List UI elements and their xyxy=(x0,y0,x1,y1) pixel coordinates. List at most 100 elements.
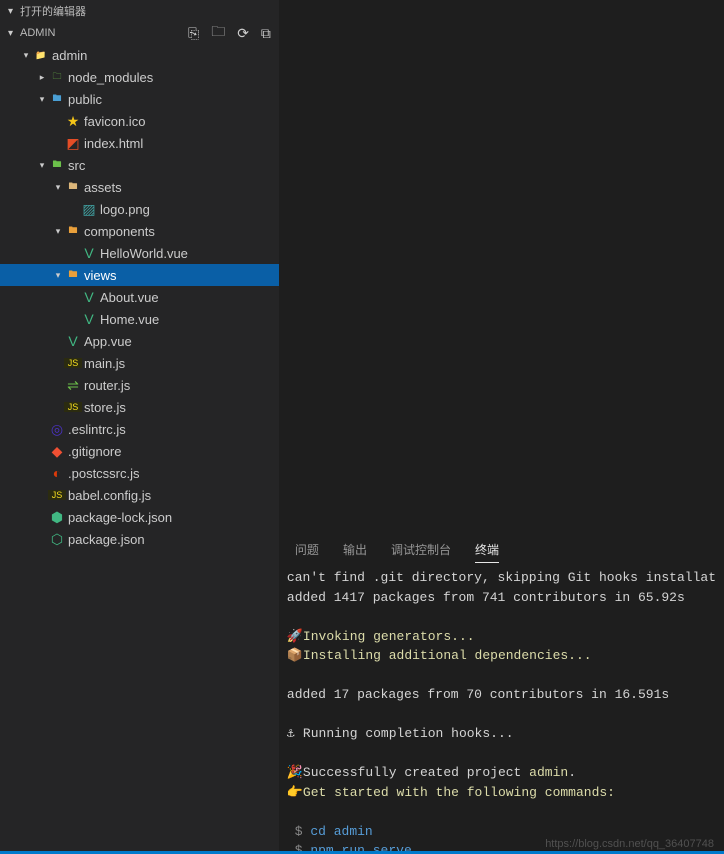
file-icon: ▨ xyxy=(80,201,98,218)
tree-file[interactable]: ▸◐.postcssrc.js xyxy=(0,462,279,484)
file-icon: ⬡ xyxy=(48,531,66,548)
tree-item-label: babel.config.js xyxy=(66,488,151,503)
tree-folder[interactable]: ▾🖿components xyxy=(0,220,279,242)
tree-item-label: views xyxy=(82,268,117,283)
panel-tabs: 问题 输出 调试控制台 终端 xyxy=(279,534,724,564)
file-icon: JS xyxy=(64,358,82,368)
tree-item-label: index.html xyxy=(82,136,143,151)
file-icon: V xyxy=(80,289,98,305)
tree-file[interactable]: ▸◆.gitignore xyxy=(0,440,279,462)
chevron-down-icon: ▾ xyxy=(52,270,64,281)
file-icon: V xyxy=(64,333,82,349)
tree-file[interactable]: ▸◎.eslintrc.js xyxy=(0,418,279,440)
folder-icon: 🖿 xyxy=(64,179,82,195)
terminal-line xyxy=(287,607,716,627)
new-file-icon[interactable]: ⎘ xyxy=(188,25,199,42)
tree-file[interactable]: ▸VApp.vue xyxy=(0,330,279,352)
project-header[interactable]: ▾ ADMIN ⎘ 🗀 ⟳ ⧉ xyxy=(0,22,279,44)
tree-item-label: HelloWorld.vue xyxy=(98,246,188,261)
terminal-line: $ cd admin xyxy=(287,822,716,842)
terminal-line: can't find .git directory, skipping Git … xyxy=(287,568,716,588)
file-icon: ◆ xyxy=(48,443,66,460)
tab-problems[interactable]: 问题 xyxy=(295,537,319,562)
tab-terminal[interactable]: 终端 xyxy=(475,537,499,563)
tree-file[interactable]: ▸VAbout.vue xyxy=(0,286,279,308)
file-icon: V xyxy=(80,245,98,261)
refresh-icon[interactable]: ⟳ xyxy=(237,25,249,42)
terminal-line xyxy=(287,744,716,764)
tree-item-label: main.js xyxy=(82,356,125,371)
explorer-actions: ⎘ 🗀 ⟳ ⧉ xyxy=(188,21,271,45)
tree-item-label: Home.vue xyxy=(98,312,159,327)
tree-item-label: package-lock.json xyxy=(66,510,172,525)
terminal-line: ⚓ Running completion hooks... xyxy=(287,724,716,744)
project-label: ADMIN xyxy=(20,27,55,39)
main-area: 问题 输出 调试控制台 终端 can't find .git directory… xyxy=(279,0,724,854)
terminal-line xyxy=(287,705,716,725)
tree-file[interactable]: ▸⇌router.js xyxy=(0,374,279,396)
tree-folder[interactable]: ▾🖿assets xyxy=(0,176,279,198)
tree-item-label: .eslintrc.js xyxy=(66,422,126,437)
chevron-down-icon: ▾ xyxy=(52,182,64,193)
tree-folder[interactable]: ▾📁admin xyxy=(0,44,279,66)
tree-file[interactable]: ▸JSstore.js xyxy=(0,396,279,418)
editor-area xyxy=(279,0,724,534)
collapse-icon[interactable]: ⧉ xyxy=(261,25,271,42)
tree-file[interactable]: ▸JSmain.js xyxy=(0,352,279,374)
terminal-line xyxy=(287,802,716,822)
new-folder-icon[interactable]: 🗀 xyxy=(211,21,225,45)
tree-folder[interactable]: ▸🗀node_modules xyxy=(0,66,279,88)
open-editors-header[interactable]: ▾ 打开的编辑器 xyxy=(0,0,279,22)
file-icon: ⇌ xyxy=(64,377,82,394)
chevron-right-icon: ▸ xyxy=(36,72,48,83)
terminal-output[interactable]: can't find .git directory, skipping Git … xyxy=(279,564,724,854)
tree-file[interactable]: ▸▨logo.png xyxy=(0,198,279,220)
tree-folder[interactable]: ▾🖿views xyxy=(0,264,279,286)
tree-file[interactable]: ▸★favicon.ico xyxy=(0,110,279,132)
terminal-line: 🎉 Successfully created project admin. xyxy=(287,763,716,783)
chevron-down-icon: ▾ xyxy=(20,50,32,61)
tree-item-label: logo.png xyxy=(98,202,150,217)
file-icon: ◩ xyxy=(64,135,82,152)
tree-item-label: assets xyxy=(82,180,122,195)
file-icon: JS xyxy=(48,490,66,500)
tree-folder[interactable]: ▾🖿public xyxy=(0,88,279,110)
tree-folder[interactable]: ▾🖿src xyxy=(0,154,279,176)
chevron-down-icon: ▾ xyxy=(8,6,20,17)
file-tree: ▾📁admin▸🗀node_modules▾🖿public▸★favicon.i… xyxy=(0,44,279,854)
tree-item-label: src xyxy=(66,158,85,173)
file-icon: ★ xyxy=(64,113,82,130)
terminal-line xyxy=(287,666,716,686)
tree-file[interactable]: ▸VHelloWorld.vue xyxy=(0,242,279,264)
tree-item-label: .postcssrc.js xyxy=(66,466,140,481)
tree-file[interactable]: ▸⬡package.json xyxy=(0,528,279,550)
tree-item-label: admin xyxy=(50,48,87,63)
folder-icon: 📁 xyxy=(32,50,50,61)
file-icon: ◐ xyxy=(48,465,66,481)
terminal-line: 📦 Installing additional dependencies... xyxy=(287,646,716,666)
folder-icon: 🖿 xyxy=(64,267,82,283)
tab-debug[interactable]: 调试控制台 xyxy=(391,537,451,562)
chevron-down-icon: ▾ xyxy=(52,226,64,237)
tree-item-label: public xyxy=(66,92,102,107)
file-icon: ◎ xyxy=(48,421,66,438)
folder-icon: 🗀 xyxy=(48,69,66,85)
terminal-line: 🚀 Invoking generators... xyxy=(287,627,716,647)
tree-file[interactable]: ▸◩index.html xyxy=(0,132,279,154)
tree-item-label: components xyxy=(82,224,155,239)
tree-item-label: node_modules xyxy=(66,70,153,85)
file-icon: JS xyxy=(64,402,82,412)
tree-file[interactable]: ▸VHome.vue xyxy=(0,308,279,330)
tab-output[interactable]: 输出 xyxy=(343,537,367,562)
file-icon: V xyxy=(80,311,98,327)
tree-item-label: App.vue xyxy=(82,334,132,349)
tree-item-label: .gitignore xyxy=(66,444,121,459)
tree-item-label: store.js xyxy=(82,400,126,415)
file-icon: ⬢ xyxy=(48,509,66,526)
tree-item-label: About.vue xyxy=(98,290,159,305)
folder-icon: 🖿 xyxy=(48,157,66,173)
chevron-down-icon: ▾ xyxy=(36,94,48,105)
terminal-line: added 17 packages from 70 contributors i… xyxy=(287,685,716,705)
tree-file[interactable]: ▸JSbabel.config.js xyxy=(0,484,279,506)
tree-file[interactable]: ▸⬢package-lock.json xyxy=(0,506,279,528)
